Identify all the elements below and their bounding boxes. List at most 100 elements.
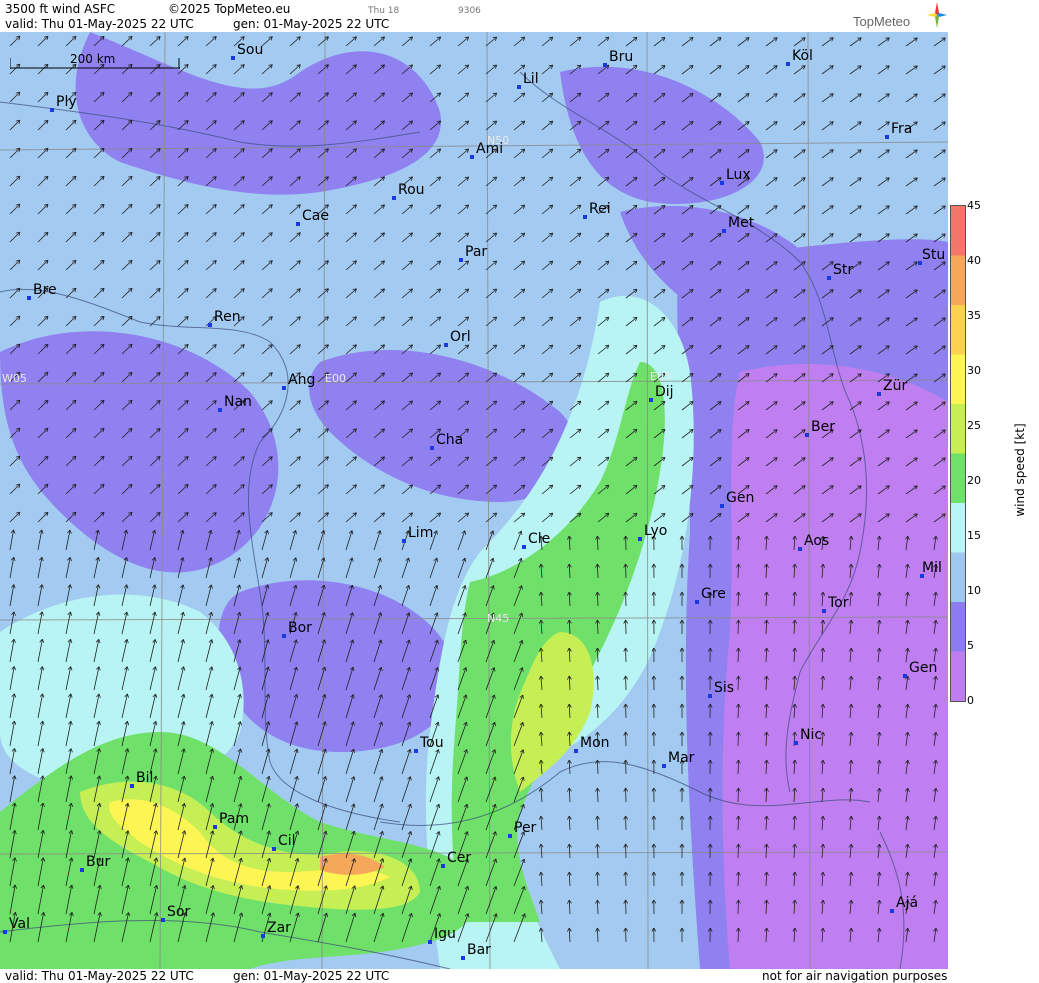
wind-arrow-shaft (737, 815, 739, 831)
copyright: ©2025 TopMeteo.eu (168, 2, 291, 16)
wind-arrow-head (745, 429, 750, 431)
day-label: Thu 18 (368, 6, 400, 16)
wind-arrow-head (745, 373, 750, 375)
wind-arrow-head (717, 289, 722, 291)
city-marker (583, 215, 587, 219)
city-marker (822, 609, 826, 613)
city-marker (695, 600, 699, 604)
wind-arrow-head (661, 205, 666, 207)
wind-arrow-head (717, 65, 722, 67)
city-label: Lyo (644, 523, 667, 539)
wind-arrow-shaft (737, 731, 739, 747)
city-label: Ply (56, 94, 77, 110)
wind-arrow-head (661, 121, 666, 123)
wind-arrow-head (717, 429, 722, 431)
city-marker (459, 258, 463, 262)
city-label: Gre (701, 586, 726, 602)
city-label: Par (465, 244, 487, 260)
wind-arrow-shaft (737, 675, 739, 691)
wind-arrow-head (745, 513, 750, 515)
city-marker (50, 108, 54, 112)
city-label: Sor (167, 904, 190, 920)
city-marker (27, 296, 31, 300)
city-marker (877, 392, 881, 396)
city-label: Ami (476, 141, 503, 157)
colorbar-label: wind speed [kt] (1013, 423, 1027, 517)
colorbar-tick: 30 (967, 364, 981, 377)
wind-arrow-head (801, 373, 806, 375)
city-label: Nic (800, 727, 822, 743)
city-marker (414, 749, 418, 753)
wind-arrow-shaft (737, 619, 739, 635)
city-marker (827, 276, 831, 280)
wind-arrow-head (773, 485, 778, 487)
wind-arrow-head (745, 289, 750, 291)
wind-arrow-head (773, 429, 778, 431)
wind-arrow-head (773, 261, 778, 263)
wind-arrow-head (745, 485, 750, 487)
colorbar-tick: 35 (967, 309, 981, 322)
gen-time: gen: 01-May-2025 22 UTC (233, 17, 390, 31)
wind-arrow-head (661, 457, 666, 459)
scale-bar: 200 km (10, 52, 180, 69)
wind-arrow-head (801, 149, 806, 151)
wind-arrow-head (801, 429, 806, 431)
wind-arrow-head (745, 65, 750, 67)
wind-arrow-head (745, 233, 750, 235)
city-label: Gen (909, 660, 937, 676)
wind-arrow-head (801, 513, 806, 515)
wind-arrow-head (661, 65, 666, 67)
wind-arrow-head (661, 485, 666, 487)
city-marker (508, 834, 512, 838)
wind-arrow-head (801, 345, 806, 347)
city-label: Mar (668, 750, 695, 766)
topmeteo-logo[interactable]: TopMeteo (853, 2, 948, 32)
wind-arrow-head (773, 345, 778, 347)
wind-arrow-head (661, 233, 666, 235)
valid-time: valid: Thu 01-May-2025 22 UTC (5, 17, 194, 31)
wind-arrow-shaft (737, 703, 739, 719)
wind-arrow-head (661, 93, 666, 95)
wind-arrow-head (717, 485, 722, 487)
city-marker (522, 545, 526, 549)
wind-arrow-head (801, 93, 806, 95)
city-marker (392, 196, 396, 200)
grid-label: N45 (487, 612, 509, 625)
wind-map-canvas: N50N45W05 E00 E05 SouPlyLilBru KölFraAmiRou… (0, 32, 948, 969)
city-marker (80, 868, 84, 872)
city-label: Zür (883, 378, 907, 394)
colorbar-tick: 20 (967, 474, 981, 487)
city-label: Bur (86, 854, 110, 870)
wind-arrow-shaft (737, 759, 739, 775)
city-label: Dij (655, 384, 674, 400)
city-label: Zar (267, 920, 291, 936)
city-label: Sis (714, 680, 734, 696)
grid-label: E05 (650, 370, 671, 383)
wind-arrow-head (717, 93, 722, 95)
city-label: Lim (408, 525, 433, 541)
wind-map[interactable]: N50 N45 W05 E00 E05 Sou Ply Lil Bru Köl Fra Ami Rou… (0, 32, 948, 969)
wind-arrow-head (773, 205, 778, 207)
city-marker (444, 343, 448, 347)
city-marker (638, 537, 642, 541)
city-marker (282, 634, 286, 638)
city-marker (470, 155, 474, 159)
city-label: Lux (726, 167, 751, 183)
wind-arrow-head (801, 261, 806, 263)
wind-arrow-head (745, 93, 750, 95)
wind-arrow-head (801, 205, 806, 207)
wind-arrow-head (661, 261, 666, 263)
city-marker (720, 181, 724, 185)
city-marker (786, 62, 790, 66)
city-label: Stu (922, 247, 945, 263)
wind-arrow-head (773, 289, 778, 291)
city-label: Bar (467, 942, 491, 958)
city-marker (161, 918, 165, 922)
footer-valid: valid: Thu 01-May-2025 22 UTC (5, 969, 194, 983)
city-label: Per (514, 820, 537, 836)
city-label: Cae (302, 208, 329, 224)
wind-arrow-head (801, 233, 806, 235)
wind-arrow-head (773, 149, 778, 151)
wind-arrow-head (717, 233, 722, 235)
wind-arrow-head (773, 457, 778, 459)
